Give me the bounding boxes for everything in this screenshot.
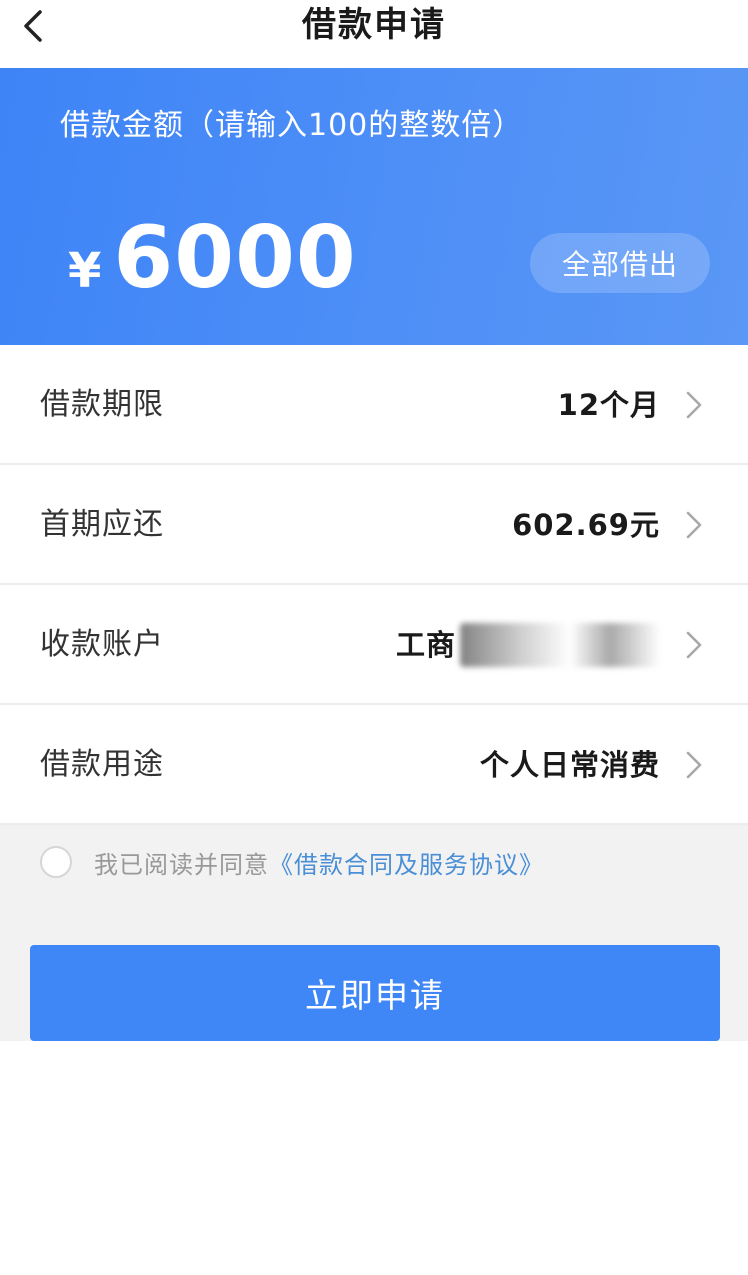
agreement-text: 我已阅读并同意《借款合同及服务协议》	[94, 847, 544, 883]
nav-bar: 借款申请	[0, 0, 748, 68]
loan-term-value: 12个月	[557, 388, 660, 422]
apply-now-button[interactable]: 立即申请	[30, 945, 720, 1041]
chevron-right-icon	[686, 631, 702, 659]
loan-purpose-row[interactable]: 借款用途 个人日常消费	[0, 705, 748, 825]
amount-hint: 借款金额（请输入100的整数倍）	[60, 108, 524, 143]
first-repayment-value: 602.69元	[512, 508, 660, 542]
loan-purpose-value: 个人日常消费	[479, 748, 660, 782]
bank-name: 工商	[395, 628, 456, 662]
agreement-prefix: 我已阅读并同意	[94, 851, 269, 879]
receiving-account-label: 收款账户	[40, 627, 164, 662]
loan-purpose-label: 借款用途	[40, 747, 164, 782]
chevron-right-icon	[686, 511, 702, 539]
currency-symbol: ¥	[68, 243, 102, 299]
first-repayment-row[interactable]: 首期应还 602.69元	[0, 465, 748, 585]
amount-value[interactable]: 6000	[113, 208, 356, 308]
agreement-checkbox[interactable]	[40, 846, 72, 878]
page-title: 借款申请	[302, 5, 446, 45]
receiving-account-value: 工商	[396, 623, 660, 667]
loan-term-label: 借款期限	[40, 387, 164, 422]
agreement-area: 我已阅读并同意《借款合同及服务协议》 立即申请	[0, 825, 748, 1041]
first-repayment-label: 首期应还	[40, 507, 164, 542]
amount-input[interactable]: ¥ 6000	[68, 208, 357, 308]
loan-term-row[interactable]: 借款期限 12个月	[0, 345, 748, 465]
chevron-right-icon	[686, 751, 702, 779]
agreement-link[interactable]: 《借款合同及服务协议》	[269, 851, 544, 879]
redacted-account-mask	[460, 623, 660, 667]
amount-banner: 借款金额（请输入100的整数倍） ¥ 6000 全部借出	[0, 68, 748, 345]
borrow-all-button[interactable]: 全部借出	[530, 233, 710, 293]
receiving-account-row[interactable]: 收款账户 工商	[0, 585, 748, 705]
chevron-right-icon	[686, 391, 702, 419]
loan-options-list: 借款期限 12个月 首期应还 602.69元 收款账户 工商 借款用途 个人日常…	[0, 345, 748, 825]
loan-application-page: 借款申请 借款金额（请输入100的整数倍） ¥ 6000 全部借出 借款期限 1…	[0, 0, 748, 1275]
